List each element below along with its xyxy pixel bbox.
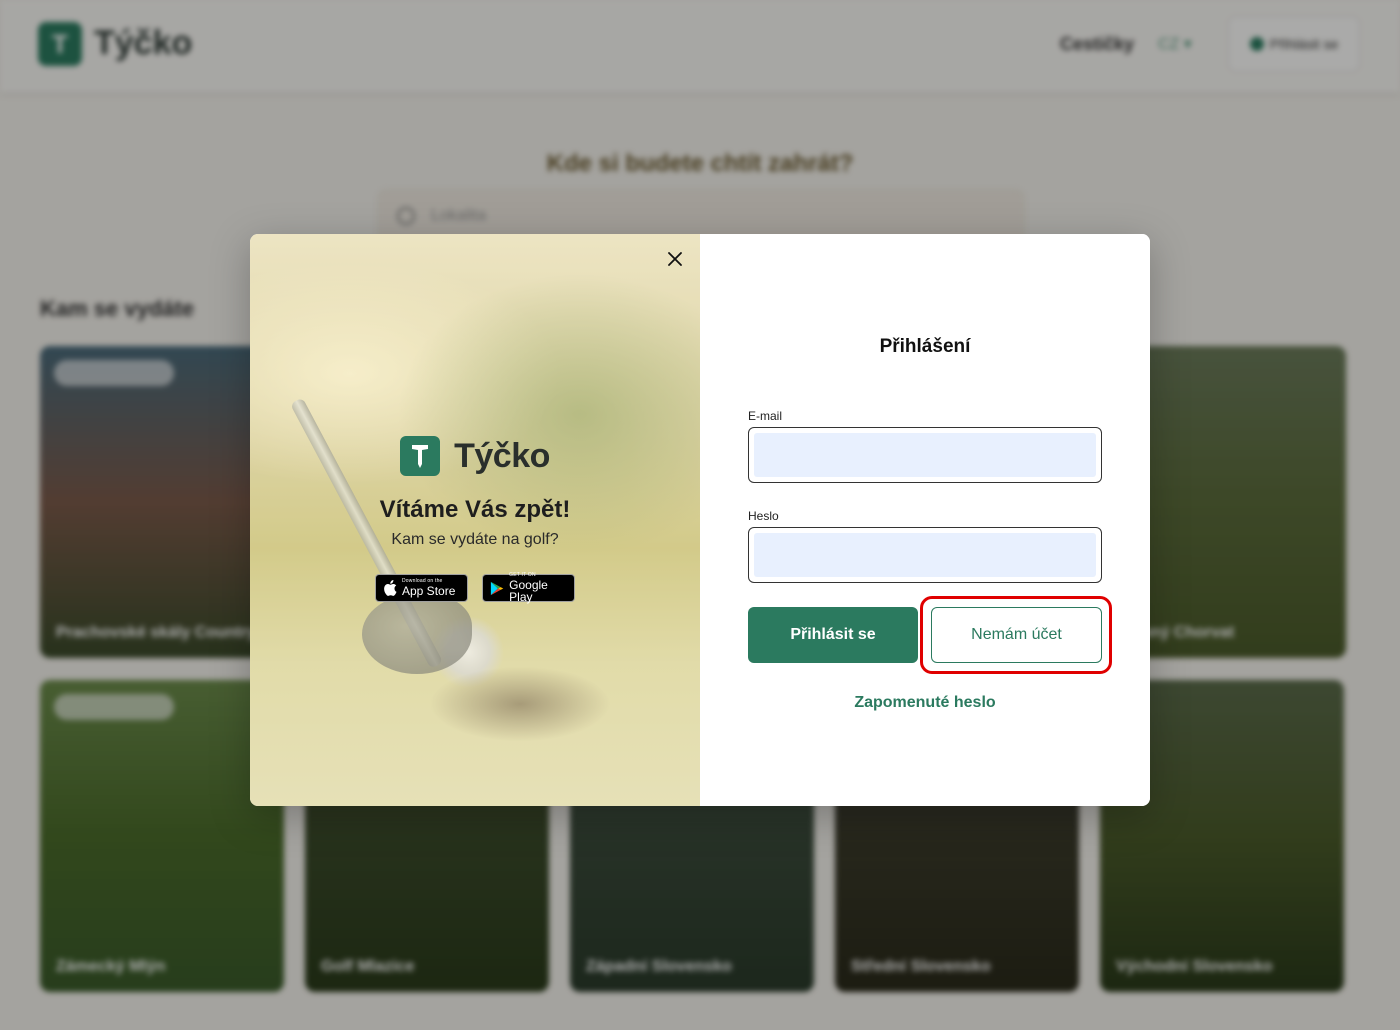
password-field[interactable] [754, 533, 1096, 577]
email-field-wrapper [748, 427, 1102, 483]
brand-logo: Týčko [250, 436, 700, 476]
password-label: Heslo [748, 509, 779, 523]
password-field-wrapper [748, 527, 1102, 583]
login-button[interactable]: Přihlásit se [748, 607, 918, 663]
google-play-big: Google Play [509, 578, 548, 604]
email-label: E-mail [748, 409, 783, 423]
email-field[interactable] [754, 433, 1096, 477]
google-play-button[interactable]: GET IT ON Google Play [482, 573, 575, 604]
google-play-icon [490, 581, 504, 595]
login-title: Přihlášení [879, 336, 971, 357]
close-button[interactable] [662, 246, 688, 272]
forgot-password-link[interactable]: Zapomenuté heslo [700, 694, 1150, 712]
login-panel: Přihlášení E-mail Heslo Přihlásit se Nem… [700, 234, 1150, 806]
apple-icon [384, 580, 397, 596]
welcome-subtitle: Kam se vydáte na golf? [391, 531, 559, 548]
login-modal: Týčko Vítáme Vás zpět! Kam se vydáte na … [250, 234, 1150, 806]
welcome-title: Vítáme Vás zpět! [379, 496, 571, 523]
close-icon [668, 252, 682, 266]
register-button[interactable]: Nemám účet [931, 607, 1102, 663]
brand-name: Týčko [454, 436, 550, 475]
app-store-big: App Store [402, 584, 456, 598]
tee-icon [400, 436, 441, 476]
app-store-button[interactable]: Download on the App Store [375, 574, 468, 602]
welcome-panel: Týčko Vítáme Vás zpět! Kam se vydáte na … [250, 234, 700, 806]
